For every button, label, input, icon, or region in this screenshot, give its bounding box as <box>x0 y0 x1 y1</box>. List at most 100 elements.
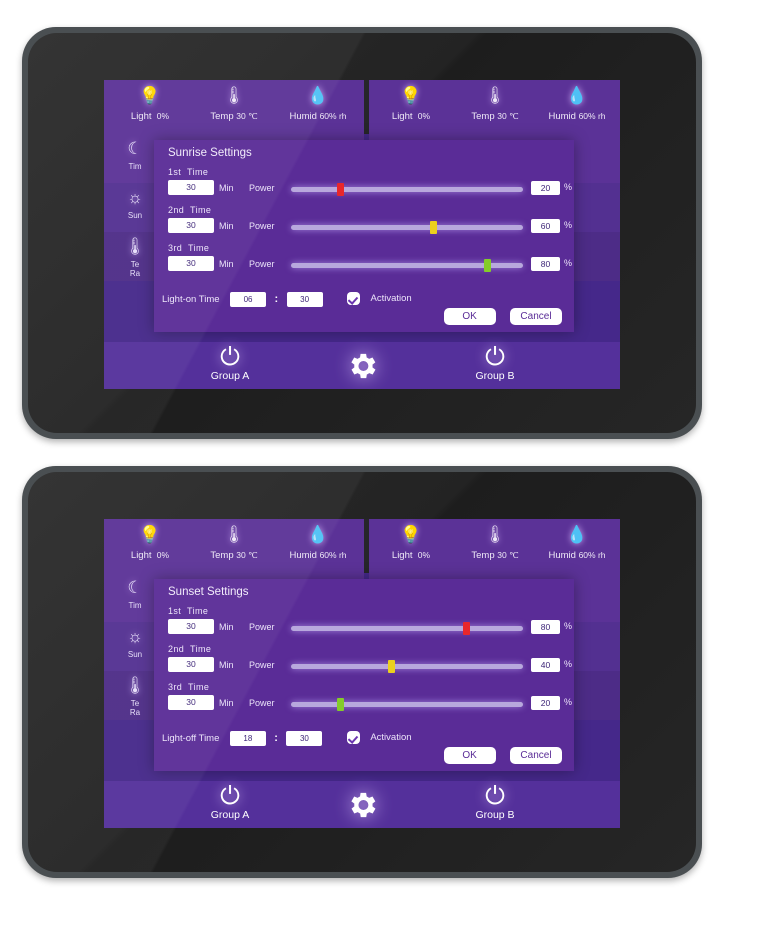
power-slider-row-2: Power 40 % <box>249 658 579 673</box>
power-label: Power <box>249 698 275 708</box>
group-b-label: Group B <box>475 370 515 382</box>
minutes-input-2[interactable]: 30 <box>168 218 214 234</box>
moon-clock-icon: ☾ <box>127 139 143 158</box>
humidity-drop-icon: 💧 <box>566 86 588 105</box>
power-label: Power <box>249 183 275 193</box>
humidity-drop-icon: 💧 <box>307 86 329 105</box>
dialog-button-row: OK Cancel <box>434 745 562 764</box>
hours-input[interactable]: 06 <box>230 291 267 307</box>
minutes-unit: Min <box>219 182 234 193</box>
sunrise-icon: ☼ <box>127 627 143 646</box>
sunset-settings-dialog: Sunset Settings 1st Time 30 Min 2nd Time … <box>154 579 574 771</box>
time-group-2: 2nd Time 30 Min <box>168 644 258 674</box>
power-slider-track-1[interactable] <box>291 622 523 635</box>
device-screen: 💡 Light 0% 🌡 Temp 30 ℃ 💧 Humid 60% rh 💡 … <box>104 80 620 389</box>
power-slider-track-3[interactable] <box>291 698 523 711</box>
status-metric-light[interactable]: 💡 Light 0% <box>108 523 192 561</box>
device-frame-sunset: 💡 Light 0% 🌡 Temp 30 ℃ 💧 Humid 60% rh 💡 … <box>22 466 702 878</box>
light-bulb-icon: 💡 <box>400 86 422 105</box>
power-slider-track-3[interactable] <box>291 259 523 272</box>
status-row: 💡 Light 0% 🌡 Temp 30 ℃ 💧 Humid 60% rh 💡 … <box>104 519 620 573</box>
status-metric-light[interactable]: 💡 Light 0% <box>369 523 453 561</box>
status-metric-temp[interactable]: 🌡 Temp 30 ℃ <box>192 84 276 122</box>
minutes-input-1[interactable]: 30 <box>168 619 214 635</box>
minutes-input[interactable]: 30 <box>286 291 323 307</box>
minutes-unit: Min <box>219 621 234 632</box>
group-a-button[interactable]: ⏻ Group A <box>184 783 276 822</box>
status-metric-temp[interactable]: 🌡 Temp 30 ℃ <box>453 523 537 561</box>
power-slider-track-2[interactable] <box>291 660 523 673</box>
gear-icon[interactable] <box>345 349 379 383</box>
percent-symbol: % <box>564 621 573 631</box>
minutes-unit: Min <box>219 659 234 670</box>
power-slider-row-2: Power 60 % <box>249 219 579 234</box>
power-slider-row-3: Power 80 % <box>249 257 579 272</box>
time-group-1: 1st Time 30 Min <box>168 167 258 197</box>
hours-input[interactable]: 18 <box>229 730 266 746</box>
minutes-input-1[interactable]: 30 <box>168 180 214 196</box>
cancel-button[interactable]: Cancel <box>510 747 562 764</box>
light-time-label: Light-on Time <box>162 293 220 305</box>
minutes-input-2[interactable]: 30 <box>168 657 214 673</box>
status-metric-temp[interactable]: 🌡 Temp 30 ℃ <box>192 523 276 561</box>
power-slider-row-1: Power 80 % <box>249 620 579 635</box>
time-group-2: 2nd Time 30 Min <box>168 205 258 235</box>
device-bezel: 💡 Light 0% 🌡 Temp 30 ℃ 💧 Humid 60% rh 💡 … <box>28 33 696 433</box>
cancel-button[interactable]: Cancel <box>510 308 562 325</box>
time-group-3: 3rd Time 30 Min <box>168 682 258 712</box>
moon-clock-icon: ☾ <box>127 578 143 597</box>
power-slider-thumb-3[interactable] <box>337 698 345 711</box>
thermometer-icon: 🌡 <box>223 86 245 105</box>
time-group-1: 1st Time 30 Min <box>168 606 258 636</box>
power-value-2[interactable]: 60 <box>531 219 560 233</box>
status-metric-temp[interactable]: 🌡 Temp 30 ℃ <box>453 84 537 122</box>
group-b-button[interactable]: ⏻ Group B <box>449 344 541 383</box>
power-slider-thumb-3[interactable] <box>483 259 491 272</box>
activation-checkbox[interactable]: Activation <box>346 729 412 747</box>
time-colon: : <box>274 732 278 744</box>
power-label: Power <box>249 259 275 269</box>
power-slider-row-1: Power 20 % <box>249 181 579 196</box>
ok-button[interactable]: OK <box>443 308 496 325</box>
power-value-1[interactable]: 80 <box>531 620 560 634</box>
minutes-input-3[interactable]: 30 <box>168 695 214 711</box>
humidity-drop-icon: 💧 <box>307 525 329 544</box>
power-label: Power <box>249 221 275 231</box>
power-slider-thumb-1[interactable] <box>337 183 345 196</box>
status-metric-humid[interactable]: 💧 Humid 60% rh <box>535 84 619 122</box>
activation-checkbox[interactable]: Activation <box>347 290 412 308</box>
minutes-unit: Min <box>219 220 234 231</box>
status-metric-humid[interactable]: 💧 Humid 60% rh <box>276 84 360 122</box>
group-b-button[interactable]: ⏻ Group B <box>449 783 541 822</box>
gear-icon[interactable] <box>345 788 379 822</box>
device-bezel: 💡 Light 0% 🌡 Temp 30 ℃ 💧 Humid 60% rh 💡 … <box>28 472 696 872</box>
power-slider-track-2[interactable] <box>291 221 523 234</box>
minutes-input-3[interactable]: 30 <box>168 256 214 272</box>
checkbox-check-icon[interactable] <box>347 292 361 306</box>
thermometer-range-icon: 🌡 <box>124 237 146 256</box>
status-panel-left: 💡 Light 0% 🌡 Temp 30 ℃ 💧 Humid 60% rh <box>104 519 364 573</box>
power-value-3[interactable]: 20 <box>531 696 560 710</box>
power-slider-thumb-2[interactable] <box>430 221 438 234</box>
ok-button[interactable]: OK <box>443 747 496 764</box>
power-value-1[interactable]: 20 <box>531 181 560 195</box>
status-metric-light[interactable]: 💡 Light 0% <box>108 84 192 122</box>
thermometer-icon: 🌡 <box>223 525 245 544</box>
power-value-2[interactable]: 40 <box>531 658 560 672</box>
minutes-input[interactable]: 30 <box>286 730 323 746</box>
bottom-bar: ⏻ Group A ⏻ Group B <box>104 781 620 828</box>
power-slider-thumb-2[interactable] <box>388 660 396 673</box>
sunrise-icon: ☼ <box>127 188 143 207</box>
power-slider-row-3: Power 20 % <box>249 696 579 711</box>
status-metric-humid[interactable]: 💧 Humid 60% rh <box>276 523 360 561</box>
group-a-button[interactable]: ⏻ Group A <box>184 344 276 383</box>
status-metric-light[interactable]: 💡 Light 0% <box>369 84 453 122</box>
power-slider-track-1[interactable] <box>291 183 523 196</box>
status-metric-humid[interactable]: 💧 Humid 60% rh <box>535 523 619 561</box>
power-slider-thumb-1[interactable] <box>462 622 470 635</box>
group-a-label: Group A <box>210 809 250 821</box>
power-value-3[interactable]: 80 <box>531 257 560 271</box>
status-panel-right: 💡 Light 0% 🌡 Temp 30 ℃ 💧 Humid 60% rh <box>369 80 620 134</box>
checkbox-check-icon[interactable] <box>346 731 360 745</box>
percent-symbol: % <box>564 659 573 669</box>
